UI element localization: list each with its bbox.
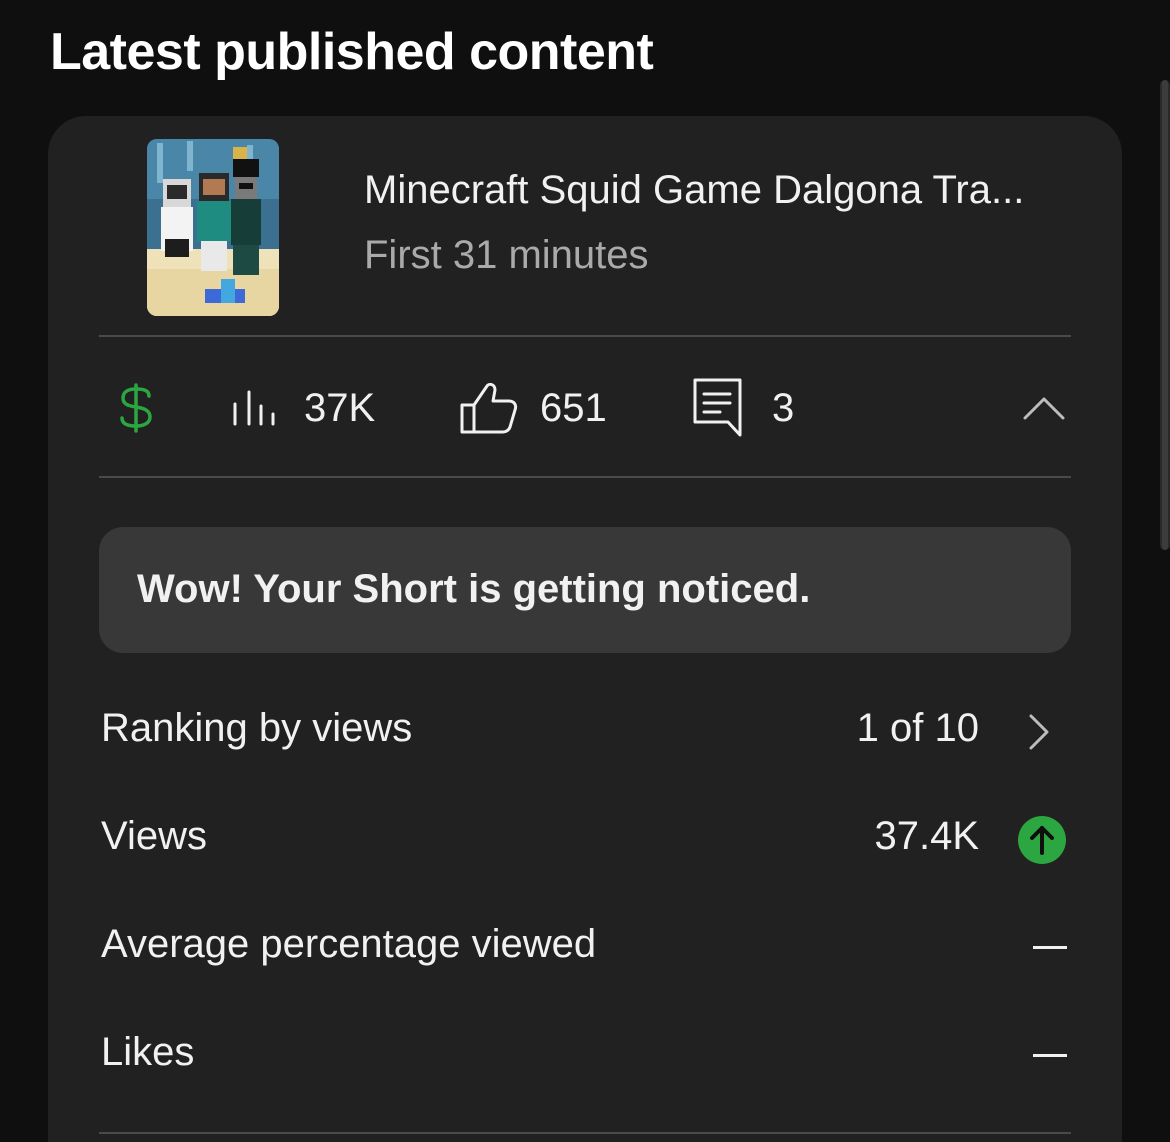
metric-value: 1 of 10 [856,706,979,750]
section-title: Latest published content [50,23,654,81]
dash-icon [1033,946,1067,949]
video-thumbnail[interactable] [147,139,279,316]
metric-label: Views [101,814,207,858]
stats-row: 37K 651 3 [48,338,1122,478]
dash-icon [1033,1054,1067,1057]
scrollbar-thumb[interactable] [1162,80,1168,550]
metric-ranking[interactable]: Ranking by views 1 of 10 [99,692,1071,772]
views-stat[interactable]: 37K [232,338,375,478]
divider [99,476,1071,478]
dollar-icon [120,383,152,433]
likes-stat[interactable]: 651 [460,338,607,478]
chevron-right-icon [1029,714,1049,750]
thumbnail-image [147,139,279,316]
performance-notice: Wow! Your Short is getting noticed. [99,527,1071,653]
monetization-status[interactable] [116,338,156,478]
views-count: 37K [304,385,376,430]
metric-label: Average percentage viewed [101,922,597,966]
metric-label: Likes [101,1030,195,1074]
metric-avg-percentage: Average percentage viewed [99,908,1071,988]
video-row[interactable]: Minecraft Squid Game Dalgona Tra... Firs… [48,116,1122,336]
divider [99,335,1071,337]
metric-views: Views 37.4K [99,800,1071,880]
notice-text: Wow! Your Short is getting noticed. [137,567,811,611]
latest-content-card: Minecraft Squid Game Dalgona Tra... Firs… [48,116,1122,1142]
likes-count: 651 [540,385,607,430]
metric-likes: Likes [99,1016,1071,1096]
comments-count: 3 [772,385,795,430]
analytics-page: Latest published content Minecraft Squid… [0,0,1170,1142]
arrow-up-circle-icon [1018,816,1066,864]
video-timeframe: First 31 minutes [364,233,649,277]
thumbs-up-icon [460,382,518,434]
bar-chart-icon [233,390,275,426]
video-title[interactable]: Minecraft Squid Game Dalgona Tra... [364,168,1076,213]
metric-label: Ranking by views [101,706,413,750]
comments-stat[interactable]: 3 [692,338,794,478]
collapse-button[interactable] [1014,378,1074,438]
divider [99,1132,1071,1134]
metric-value: 37.4K [874,814,979,858]
scrollbar[interactable] [1160,80,1170,550]
comment-icon [693,378,742,437]
chevron-up-icon [1023,397,1065,420]
